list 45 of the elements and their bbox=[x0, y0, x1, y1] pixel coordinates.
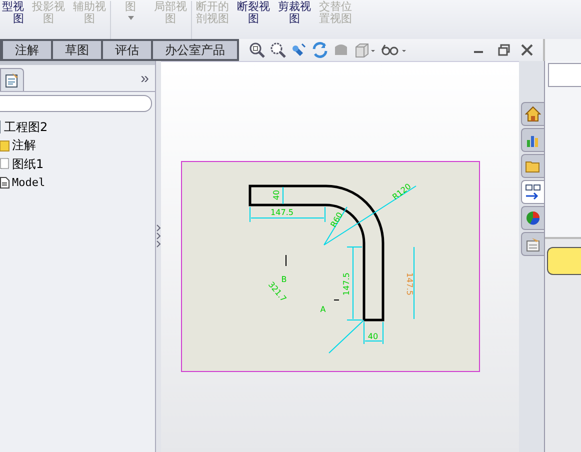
command-tab[interactable]: 评估 bbox=[103, 41, 151, 59]
command-tab[interactable]: 办公室产品 bbox=[153, 41, 237, 59]
dimension-label: A bbox=[320, 305, 326, 314]
view-arrow bbox=[286, 254, 340, 300]
zoom-to-fit-icon[interactable] bbox=[249, 42, 265, 58]
sheet-icon bbox=[0, 158, 10, 170]
command-tab[interactable]: 草图 bbox=[53, 41, 101, 59]
dimension-label: 40 bbox=[368, 332, 378, 342]
filter-field[interactable] bbox=[0, 95, 152, 112]
folder-icon bbox=[0, 140, 10, 152]
tree-item[interactable]: Model bbox=[12, 176, 46, 190]
refresh-icon[interactable] bbox=[312, 42, 328, 58]
task-pane-tab[interactable] bbox=[521, 128, 544, 152]
task-pane-tab[interactable] bbox=[521, 206, 544, 230]
command-tab[interactable]: 注解 bbox=[3, 41, 51, 59]
ribbon-command[interactable]: 型视 图 bbox=[0, 1, 28, 39]
dimension-label: 40 bbox=[272, 190, 282, 200]
tree-item[interactable]: 注解 bbox=[12, 137, 36, 154]
ribbon-command[interactable]: 断裂视 图 bbox=[233, 1, 274, 39]
document-icon bbox=[0, 176, 10, 189]
restore-icon[interactable] bbox=[498, 44, 510, 56]
input-field[interactable] bbox=[548, 63, 581, 87]
clipboard-icon bbox=[525, 236, 541, 252]
expand-button[interactable]: » bbox=[134, 70, 155, 91]
glasses-icon[interactable] bbox=[381, 42, 407, 58]
task-pane-tab[interactable] bbox=[521, 232, 544, 256]
cube-icon[interactable] bbox=[354, 42, 376, 58]
task-pane-tab[interactable] bbox=[521, 180, 544, 204]
feature-manager-tab[interactable] bbox=[0, 68, 24, 91]
zoom-area-icon[interactable] bbox=[270, 42, 286, 58]
dimension-label: 147.5 bbox=[270, 208, 294, 218]
dimension-label: B bbox=[281, 275, 287, 284]
close-icon[interactable] bbox=[521, 44, 533, 56]
dimension-label: 147.5 bbox=[342, 272, 352, 296]
color-wheel-icon bbox=[525, 210, 541, 226]
note-box bbox=[547, 247, 581, 275]
properties-icon bbox=[525, 184, 541, 200]
dimension-label: 147.5 bbox=[404, 272, 414, 296]
flashlight-icon[interactable] bbox=[291, 42, 307, 58]
task-pane-tab[interactable] bbox=[521, 102, 544, 126]
tree-item[interactable]: 图纸1 bbox=[12, 156, 44, 173]
tree-item[interactable]: 工程图2 bbox=[4, 118, 48, 136]
ribbon-command[interactable]: 剪裁视 图 bbox=[274, 1, 315, 39]
clipboard-icon bbox=[4, 72, 20, 88]
home-icon bbox=[525, 106, 541, 122]
